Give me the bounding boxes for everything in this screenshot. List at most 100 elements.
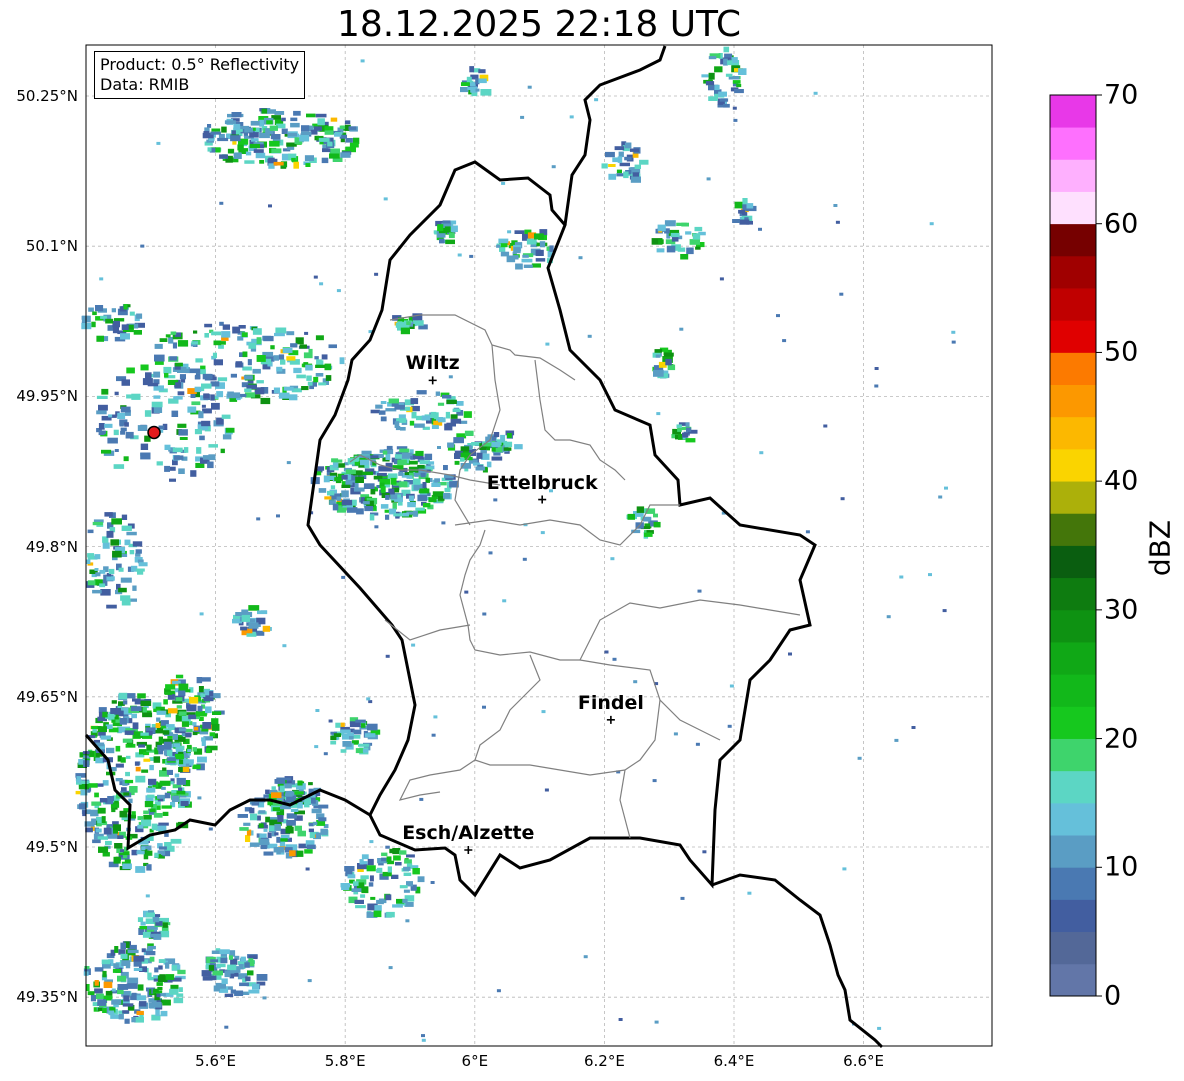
plot-frame: [85, 44, 993, 1047]
echo-cell: [241, 614, 250, 622]
echo-cell: [160, 1010, 168, 1017]
echo-cell: [419, 797, 424, 801]
echo-cell: [327, 490, 335, 496]
echo-cell: [467, 87, 472, 90]
echo-cell: [364, 733, 376, 738]
echo-cell: [389, 848, 397, 854]
echo-cell: [435, 391, 440, 396]
echo-cell: [496, 244, 501, 248]
echo-cell: [380, 486, 386, 493]
echo-cell: [176, 705, 182, 709]
radar-site-marker: [147, 425, 161, 440]
echo-cell: [79, 803, 87, 810]
echo-cell: [170, 984, 179, 990]
echo-cell: [639, 159, 649, 165]
echo-cell: [366, 697, 371, 701]
echo-cell: [211, 723, 220, 731]
echo-cell: [205, 747, 211, 754]
echo-cell: [839, 292, 844, 296]
echo-cell: [321, 354, 328, 360]
echo-cell: [149, 764, 154, 771]
echo-cell: [500, 434, 506, 442]
colorbar: [1049, 94, 1102, 997]
echo-cell: [653, 513, 658, 518]
echo-cell: [146, 787, 156, 793]
echo-cell: [275, 327, 287, 334]
echo-cell: [329, 148, 340, 154]
colorbar-tick-label: 10: [1104, 851, 1139, 883]
echo-cell: [731, 57, 738, 63]
echo-cell: [535, 249, 544, 256]
echo-cell: [390, 477, 397, 485]
echo-cell: [287, 132, 297, 137]
echo-cell: [301, 125, 310, 132]
echo-cell: [404, 859, 412, 864]
echo-cell: [211, 718, 219, 725]
echo-cell: [155, 722, 161, 728]
echo-cell: [100, 589, 111, 596]
echo-cell: [388, 398, 399, 404]
echo-cell: [293, 791, 304, 795]
echo-cell: [121, 514, 128, 520]
echo-cell: [120, 427, 127, 432]
echo-cell: [738, 68, 747, 75]
echo-cell: [220, 448, 225, 454]
echo-cell: [140, 732, 149, 736]
echo-cell: [195, 374, 200, 380]
echo-cell: [260, 397, 271, 405]
echo-cell: [262, 996, 267, 1000]
echo-cell: [345, 480, 353, 486]
echo-cell: [153, 756, 161, 763]
echo-cell: [420, 472, 426, 478]
echo-cell: [951, 340, 956, 344]
echo-cell: [276, 848, 281, 855]
echo-cell: [340, 152, 351, 158]
echo-cell: [132, 992, 137, 1000]
echo-cell: [144, 410, 152, 417]
echo-cell: [240, 626, 248, 631]
echo-cell: [193, 330, 198, 334]
echo-cell: [148, 778, 157, 785]
echo-cell: [387, 866, 392, 873]
echo-cell: [315, 373, 324, 377]
echo-cell: [245, 976, 251, 982]
echo-cell: [154, 343, 163, 349]
echo-cell: [233, 152, 242, 159]
echo-cell: [444, 487, 451, 493]
echo-cell: [354, 899, 364, 904]
echo-cell: [256, 815, 261, 821]
echo-cell: [178, 683, 189, 691]
echo-cell: [123, 792, 130, 796]
echo-cell: [238, 964, 244, 970]
echo-cell: [305, 364, 313, 371]
echo-cell: [608, 164, 616, 167]
echo-cell: [221, 978, 228, 985]
echo-cell: [258, 823, 264, 828]
echo-cell: [265, 816, 270, 823]
echo-cell: [540, 531, 545, 535]
echo-cell: [682, 432, 689, 438]
echo-cell: [310, 129, 318, 135]
echo-cell: [515, 263, 523, 270]
echo-cell: [329, 153, 340, 159]
echo-cell: [439, 238, 445, 244]
echo-cell: [198, 411, 204, 419]
echo-cell: [385, 845, 390, 849]
echo-cell: [324, 130, 334, 135]
echo-cell: [424, 453, 433, 460]
echo-cell: [274, 332, 285, 337]
echo-cell: [296, 374, 306, 379]
echo-cell: [166, 769, 173, 775]
echo-cell: [392, 904, 403, 908]
echo-cell: [202, 373, 213, 380]
echo-cell: [94, 568, 99, 571]
echo-cell: [202, 455, 213, 460]
echo-cell: [121, 379, 130, 386]
echo-cell: [263, 335, 274, 342]
echo-cell: [92, 589, 102, 594]
echo-cell: [385, 514, 390, 520]
echo-cell: [374, 525, 379, 529]
echo-cell: [340, 729, 351, 733]
echo-cell: [502, 599, 507, 603]
echo-cell: [189, 696, 199, 704]
